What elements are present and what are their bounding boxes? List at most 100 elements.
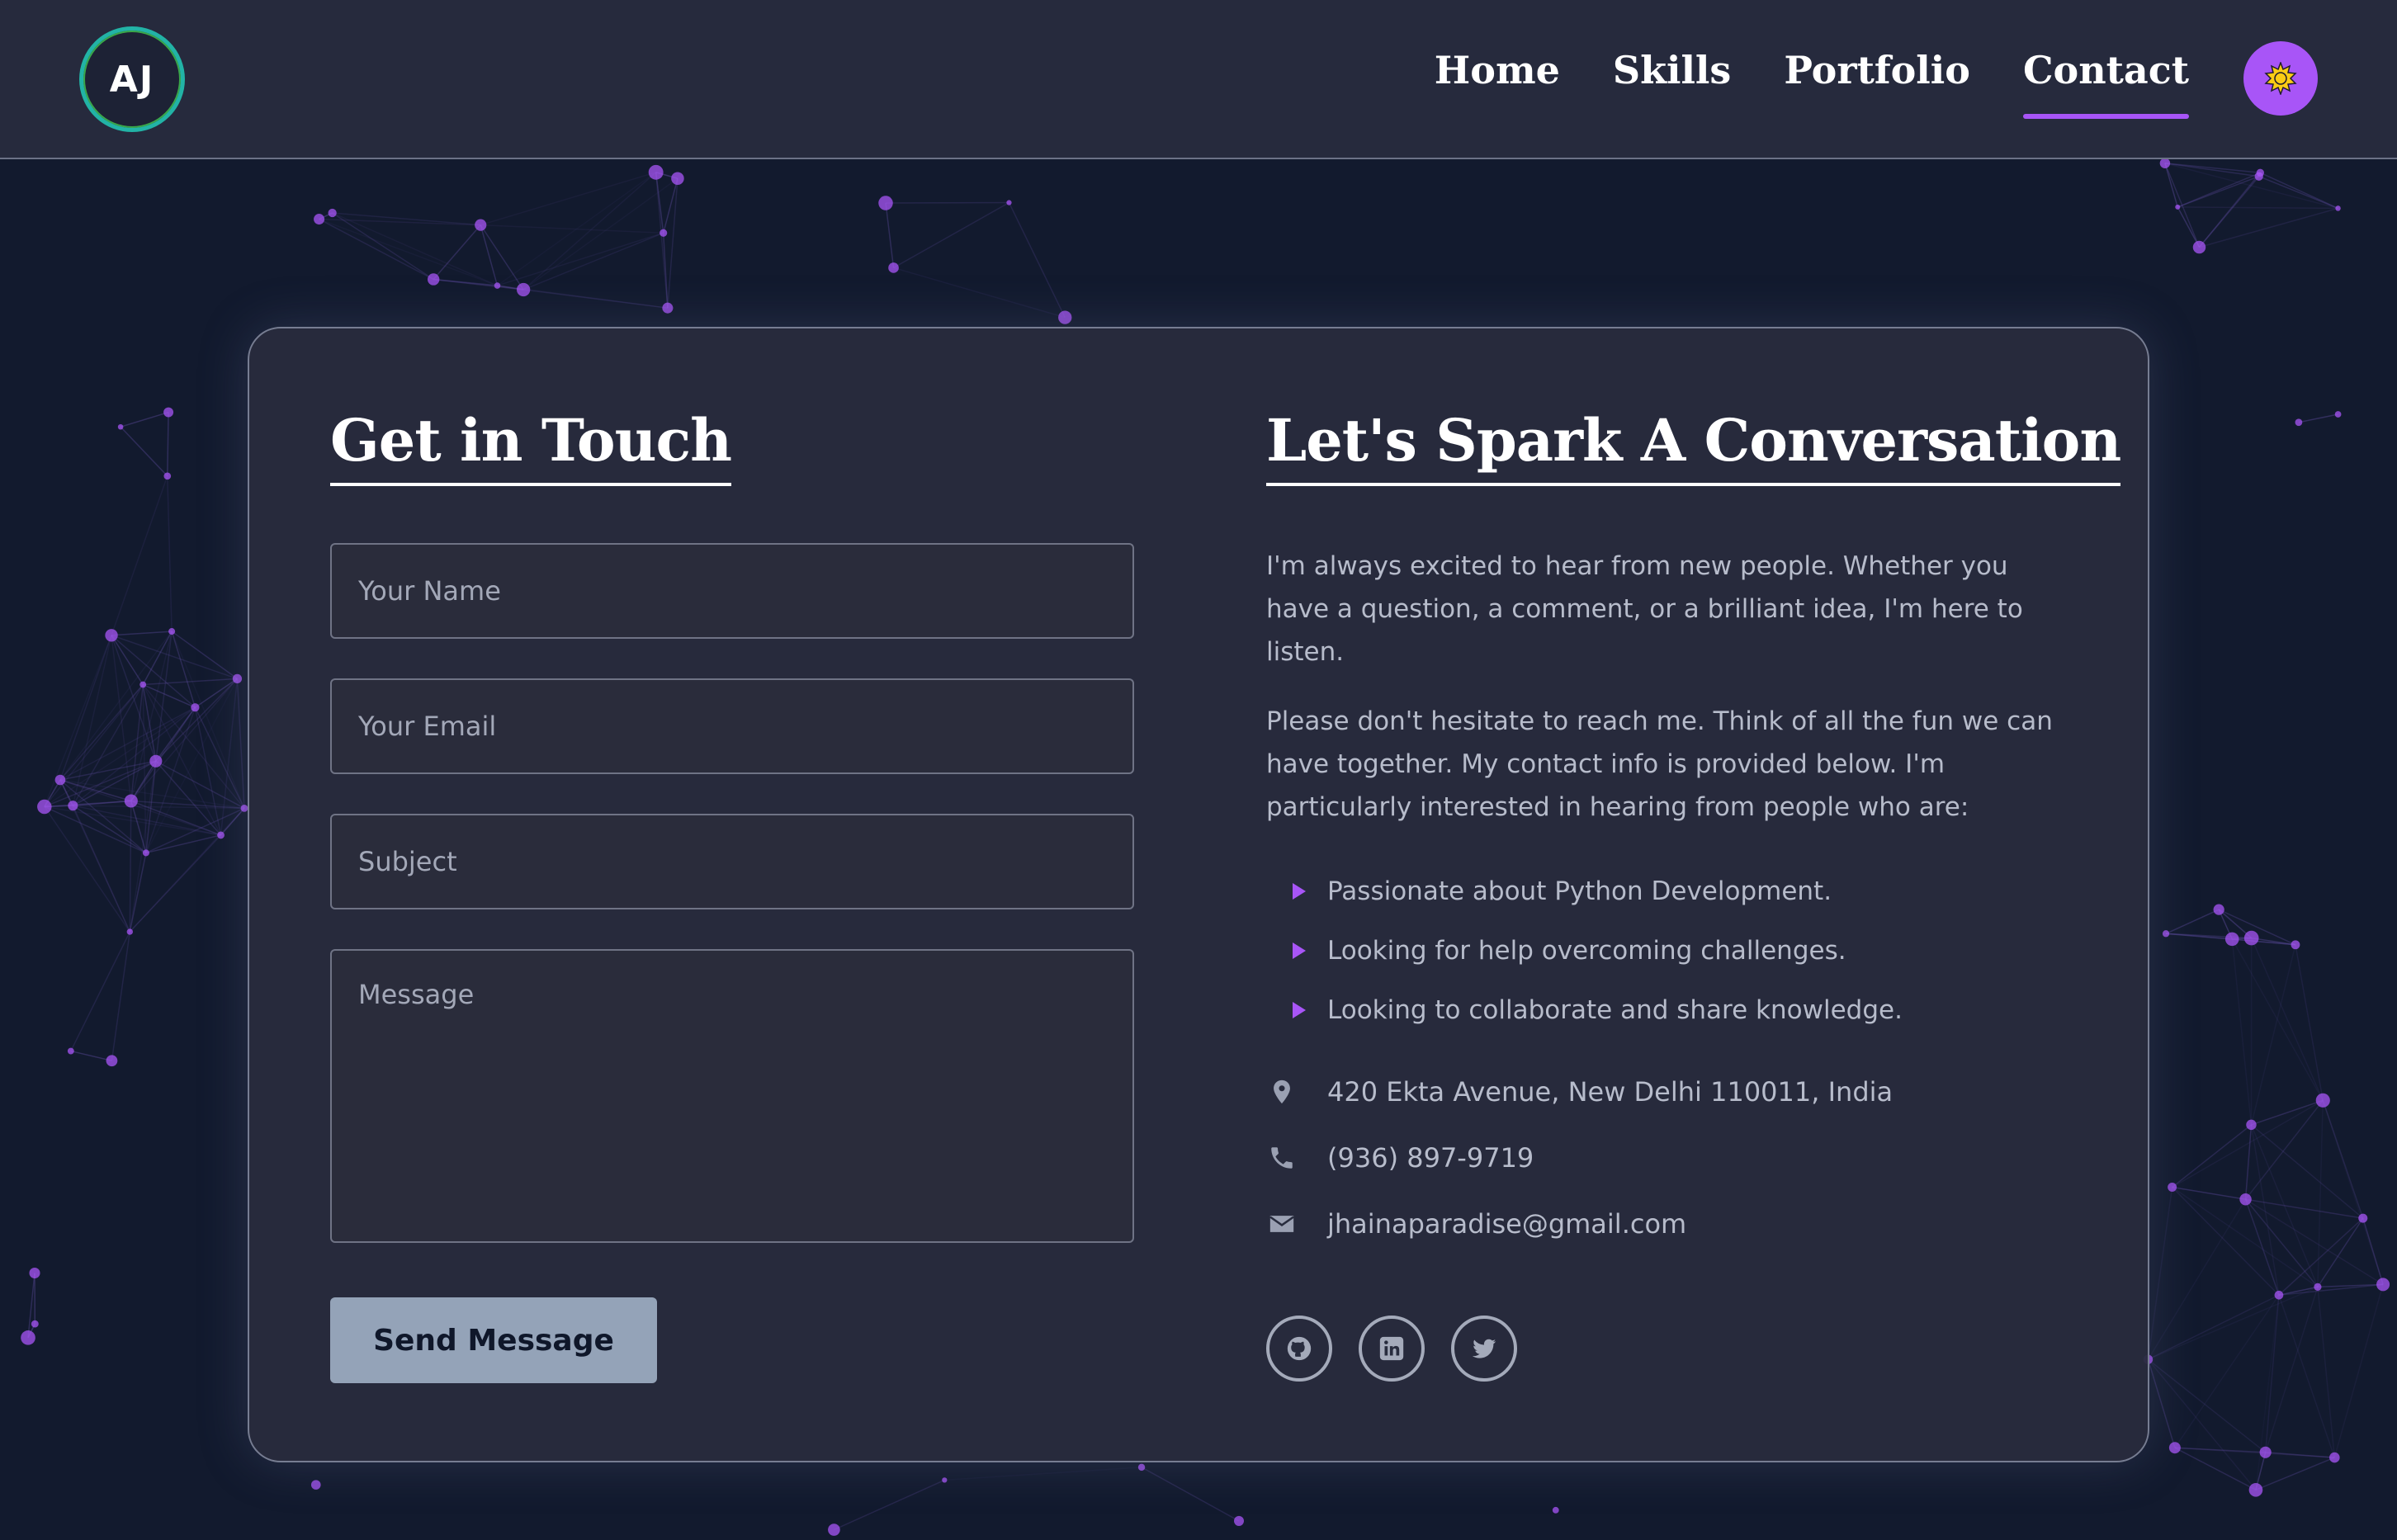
logo-text: AJ [109, 58, 155, 101]
network-node [2329, 1452, 2340, 1463]
linkedin-icon [1379, 1336, 1404, 1361]
network-node [117, 423, 124, 430]
network-line [319, 218, 498, 286]
twitter-link[interactable] [1451, 1316, 1517, 1382]
list-item: Looking for help overcoming challenges. [1291, 921, 2083, 980]
network-node [2315, 1093, 2330, 1108]
logo[interactable]: AJ [79, 26, 185, 132]
network-node [139, 681, 147, 688]
nav-item-home[interactable]: Home [1435, 48, 1560, 114]
network-line [167, 475, 173, 632]
network-line [70, 1050, 112, 1061]
send-message-button[interactable]: Send Message [330, 1297, 657, 1383]
nav-item-contact[interactable]: Contact [2022, 48, 2190, 119]
network-line [142, 684, 147, 853]
network-line [194, 707, 222, 836]
network-line [522, 232, 664, 291]
name-input[interactable] [330, 543, 1134, 639]
theme-toggle-button[interactable] [2243, 41, 2318, 116]
nav-item-portfolio[interactable]: Portfolio [1784, 48, 1970, 114]
message-textarea[interactable] [330, 949, 1134, 1243]
network-line [2244, 1124, 2253, 1200]
network-line [480, 224, 499, 286]
network-line [143, 678, 238, 686]
network-node [142, 849, 149, 857]
nav-item-skills[interactable]: Skills [1613, 48, 1731, 114]
network-node [2259, 1446, 2272, 1458]
info-heading: Let's Spark A Conversation [1266, 406, 2121, 486]
network-node [168, 628, 176, 635]
network-line [2244, 1198, 2280, 1296]
network-node [2254, 172, 2263, 181]
invite-paragraph: Please don't hesitate to reach me. Think… [1266, 706, 2053, 822]
network-node [2248, 1482, 2263, 1497]
network-line [120, 411, 169, 428]
network-line [655, 172, 669, 309]
network-line [480, 172, 656, 226]
list-item-text: Passionate about Python Development. [1327, 876, 1832, 906]
email-row: jhainaparadise@gmail.com [1268, 1208, 1686, 1240]
email-input[interactable] [330, 678, 1134, 774]
address-row: 420 Ekta Avenue, New Delhi 110011, India [1268, 1076, 1893, 1108]
triangle-bullet-icon [1293, 1002, 1306, 1018]
network-node [475, 219, 487, 231]
network-node [37, 799, 52, 815]
network-line [2255, 1457, 2335, 1490]
network-line [2250, 1124, 2280, 1296]
triangle-bullet-icon [1293, 883, 1306, 900]
subject-input[interactable] [330, 814, 1134, 909]
network-line [2147, 1358, 2267, 1453]
network-node [828, 1523, 840, 1536]
network-node [2246, 1119, 2257, 1131]
network-node [328, 208, 337, 218]
network-node [29, 1267, 40, 1279]
network-line [220, 807, 245, 836]
intro-paragraph: I'm always excited to hear from new peop… [1266, 551, 2023, 667]
network-line [171, 631, 196, 708]
network-line [2199, 207, 2338, 248]
network-line [433, 278, 524, 291]
network-line [2298, 413, 2338, 423]
network-node [662, 302, 674, 314]
email-text[interactable]: jhainaparadise@gmail.com [1327, 1208, 1686, 1240]
interest-list: Passionate about Python Development. Loo… [1291, 862, 2083, 1040]
network-line [120, 426, 168, 477]
network-node [660, 229, 668, 237]
network-line [885, 202, 895, 268]
network-node [888, 262, 899, 273]
network-line [27, 1273, 35, 1338]
network-node [2162, 930, 2170, 938]
network-line [522, 172, 657, 291]
network-line [44, 805, 221, 836]
network-node [1006, 200, 1012, 205]
envelope-icon [1269, 1216, 1294, 1232]
network-node [2291, 940, 2300, 950]
network-line [480, 224, 524, 291]
contact-card: Get in Touch Send Message Let's Spark A … [248, 327, 2149, 1462]
network-line [111, 475, 168, 636]
network-line [497, 232, 664, 286]
list-item-text: Looking for help overcoming challenges. [1327, 936, 1846, 966]
network-line [2172, 1124, 2252, 1188]
network-line [834, 1479, 945, 1531]
network-line [2165, 909, 2220, 934]
network-node [124, 794, 138, 808]
phone-row: (936) 897-9719 [1268, 1142, 1534, 1174]
twitter-icon [1472, 1339, 1496, 1358]
network-line [2164, 163, 2259, 177]
network-line [2177, 206, 2338, 210]
network-node [2239, 1193, 2252, 1206]
github-link[interactable] [1266, 1316, 1332, 1382]
network-node [2168, 1183, 2177, 1193]
linkedin-link[interactable] [1359, 1316, 1425, 1382]
network-node [21, 1330, 35, 1345]
network-node [31, 1320, 39, 1328]
network-line [2250, 938, 2324, 1101]
phone-text: (936) 897-9719 [1327, 1142, 1534, 1174]
network-line [2278, 1286, 2319, 1296]
network-node [2335, 205, 2341, 211]
network-node [54, 774, 66, 786]
network-node [2274, 1290, 2284, 1300]
main-nav: Home Skills Portfolio Contact [1435, 48, 2190, 119]
network-line [319, 218, 481, 226]
